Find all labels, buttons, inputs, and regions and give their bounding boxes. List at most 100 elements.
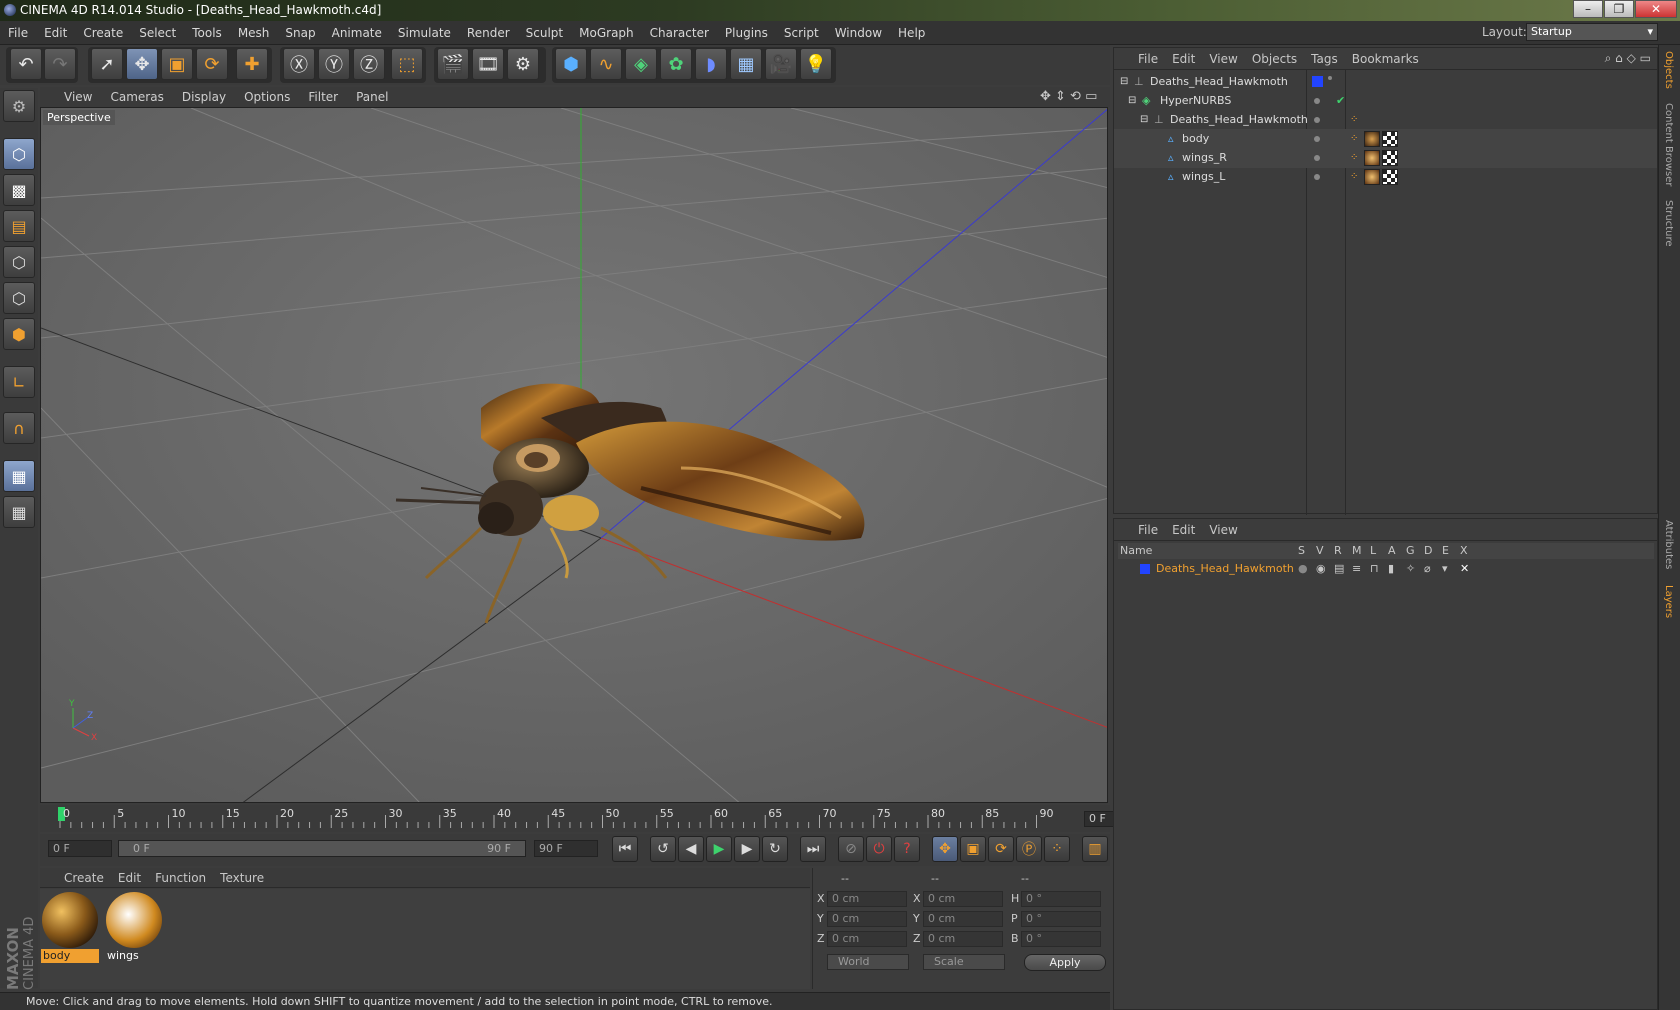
- workplane-mode-icon[interactable]: ▤: [3, 210, 35, 242]
- menu-plugins[interactable]: Plugins: [717, 21, 776, 45]
- obj-menu-view[interactable]: View: [1202, 48, 1244, 70]
- object-row[interactable]: ⊟ ⊥ Deaths_Head_Hawkmoth ⁘: [1114, 110, 1657, 130]
- render-toggle-icon[interactable]: ▤: [1334, 560, 1344, 578]
- perspective-viewport[interactable]: Y X Z Perspective: [40, 107, 1108, 803]
- phong-tag-icon[interactable]: ⁘: [1350, 129, 1358, 149]
- undo-icon[interactable]: ↶: [10, 48, 42, 80]
- rotation-p-field[interactable]: 0 °: [1021, 911, 1101, 927]
- material-body[interactable]: body: [41, 891, 99, 965]
- coordinate-system-icon[interactable]: ⬚: [391, 48, 423, 80]
- collapse-icon[interactable]: ⊟: [1140, 110, 1148, 130]
- size-y-field[interactable]: 0 cm: [923, 911, 1003, 927]
- render-settings-icon[interactable]: ⚙: [507, 48, 539, 80]
- layer-color-swatch[interactable]: [1140, 564, 1150, 574]
- go-to-end-icon[interactable]: ⏭: [800, 836, 826, 862]
- x-axis-lock-icon[interactable]: Ⓧ: [283, 48, 315, 80]
- move-tool-icon[interactable]: ✥: [126, 48, 158, 80]
- key-position-icon[interactable]: ✥: [932, 836, 958, 862]
- material-menu-create[interactable]: Create: [40, 868, 111, 888]
- manager-toggle-icon[interactable]: ≡: [1352, 560, 1361, 578]
- live-select-icon[interactable]: ➚: [91, 48, 123, 80]
- checkmark-icon[interactable]: ✔: [1336, 91, 1345, 111]
- layer-menu-file[interactable]: File: [1114, 519, 1165, 541]
- obj-menu-bookmarks[interactable]: Bookmarks: [1345, 48, 1426, 70]
- obj-menu-objects[interactable]: Objects: [1245, 48, 1304, 70]
- spline-icon[interactable]: ∿: [590, 48, 622, 80]
- size-z-field[interactable]: 0 cm: [923, 931, 1003, 947]
- close-button[interactable]: ✕: [1635, 0, 1677, 18]
- lock-toggle-icon[interactable]: ⊓: [1370, 560, 1379, 578]
- layer-menu-edit[interactable]: Edit: [1165, 519, 1202, 541]
- next-key-icon[interactable]: ↻: [762, 836, 788, 862]
- record-keys-icon[interactable]: ⊘: [838, 836, 864, 862]
- camera-label[interactable]: Perspective: [43, 110, 115, 125]
- make-editable-icon[interactable]: ⚙: [3, 90, 35, 122]
- collapse-icon[interactable]: ⊟: [1128, 91, 1136, 111]
- visibility-dot[interactable]: [1314, 174, 1320, 180]
- end-frame-field[interactable]: 90 F: [534, 840, 598, 857]
- axis-mode-icon[interactable]: ∟: [3, 366, 35, 398]
- magnet-snap-icon[interactable]: ∩: [3, 412, 35, 444]
- viewport-menu-panel[interactable]: Panel: [347, 87, 397, 107]
- edges-mode-icon[interactable]: ⬡: [3, 282, 35, 314]
- menu-snap[interactable]: Snap: [277, 21, 323, 45]
- y-axis-lock-icon[interactable]: Ⓨ: [318, 48, 350, 80]
- viewport-menu-view[interactable]: View: [40, 87, 101, 107]
- workplane-rotate-icon[interactable]: ▦: [3, 496, 35, 528]
- size-x-field[interactable]: 0 cm: [923, 891, 1003, 907]
- menu-simulate[interactable]: Simulate: [390, 21, 459, 45]
- phong-tag-icon[interactable]: ⁘: [1350, 167, 1358, 187]
- solo-toggle-icon[interactable]: ●: [1298, 560, 1308, 578]
- points-mode-icon[interactable]: ⬡: [3, 246, 35, 278]
- menu-help[interactable]: Help: [890, 21, 933, 45]
- material-wings[interactable]: wings: [105, 891, 163, 965]
- menu-select[interactable]: Select: [131, 21, 184, 45]
- menu-render[interactable]: Render: [459, 21, 518, 45]
- maximize-button[interactable]: ❐: [1604, 0, 1634, 18]
- apply-button[interactable]: Apply: [1024, 954, 1106, 971]
- key-rotation-icon[interactable]: ⟳: [988, 836, 1014, 862]
- menu-edit[interactable]: Edit: [36, 21, 75, 45]
- layer-row[interactable]: Deaths_Head_Hawkmoth ● ◉ ▤ ≡ ⊓ ▮ ✧ ⌀ ▾ ✕: [1118, 560, 1654, 578]
- key-scale-icon[interactable]: ▣: [960, 836, 986, 862]
- object-row[interactable]: ⊟ ◈ HyperNURBS ✔: [1114, 91, 1657, 111]
- expressions-toggle-icon[interactable]: ▾: [1442, 560, 1448, 578]
- cube-primitive-icon[interactable]: ⬢: [555, 48, 587, 80]
- obj-menu-tags[interactable]: Tags: [1304, 48, 1345, 70]
- previous-frame-icon[interactable]: ◀: [678, 836, 704, 862]
- render-view-icon[interactable]: 🎬: [437, 48, 469, 80]
- menu-create[interactable]: Create: [75, 21, 131, 45]
- animation-toggle-icon[interactable]: ▮: [1388, 560, 1394, 578]
- deformers-toggle-icon[interactable]: ⌀: [1424, 560, 1431, 578]
- obj-menu-edit[interactable]: Edit: [1165, 48, 1202, 70]
- viewport-menu-options[interactable]: Options: [235, 87, 299, 107]
- scale-tool-icon[interactable]: ▣: [161, 48, 193, 80]
- material-tag-icon[interactable]: [1364, 169, 1380, 185]
- tab-layers[interactable]: Layers: [1663, 585, 1674, 618]
- array-icon[interactable]: ✿: [660, 48, 692, 80]
- search-icon[interactable]: ⌕ ⌂ ◇ ▭: [1605, 51, 1651, 66]
- position-z-field[interactable]: 0 cm: [827, 931, 907, 947]
- menu-animate[interactable]: Animate: [324, 21, 390, 45]
- deformer-icon[interactable]: ◗: [695, 48, 727, 80]
- menu-window[interactable]: Window: [827, 21, 890, 45]
- autokeying-icon[interactable]: ⏻: [866, 836, 892, 862]
- go-to-start-icon[interactable]: ⏮: [612, 836, 638, 862]
- visibility-dot[interactable]: [1314, 117, 1320, 123]
- menu-file[interactable]: File: [0, 21, 36, 45]
- object-row[interactable]: ▵ wings_R ⁘: [1114, 148, 1657, 168]
- menu-sculpt[interactable]: Sculpt: [518, 21, 571, 45]
- position-y-field[interactable]: 0 cm: [827, 911, 907, 927]
- last-tool-icon[interactable]: ✚: [236, 48, 268, 80]
- model-mode-icon[interactable]: ⬡: [3, 138, 35, 170]
- uvw-tag-icon[interactable]: [1382, 150, 1398, 166]
- texture-mode-icon[interactable]: ▩: [3, 174, 35, 206]
- scheme-settings-icon[interactable]: ▥: [1082, 836, 1108, 862]
- key-pla-icon[interactable]: ⁘: [1044, 836, 1070, 862]
- xrefs-toggle-icon[interactable]: ✕: [1460, 560, 1469, 578]
- menu-tools[interactable]: Tools: [184, 21, 230, 45]
- object-row[interactable]: ▵ body ⁘: [1114, 129, 1657, 149]
- rotation-b-field[interactable]: 0 °: [1021, 931, 1101, 947]
- position-x-field[interactable]: 0 cm: [827, 891, 907, 907]
- minimize-button[interactable]: –: [1573, 0, 1603, 18]
